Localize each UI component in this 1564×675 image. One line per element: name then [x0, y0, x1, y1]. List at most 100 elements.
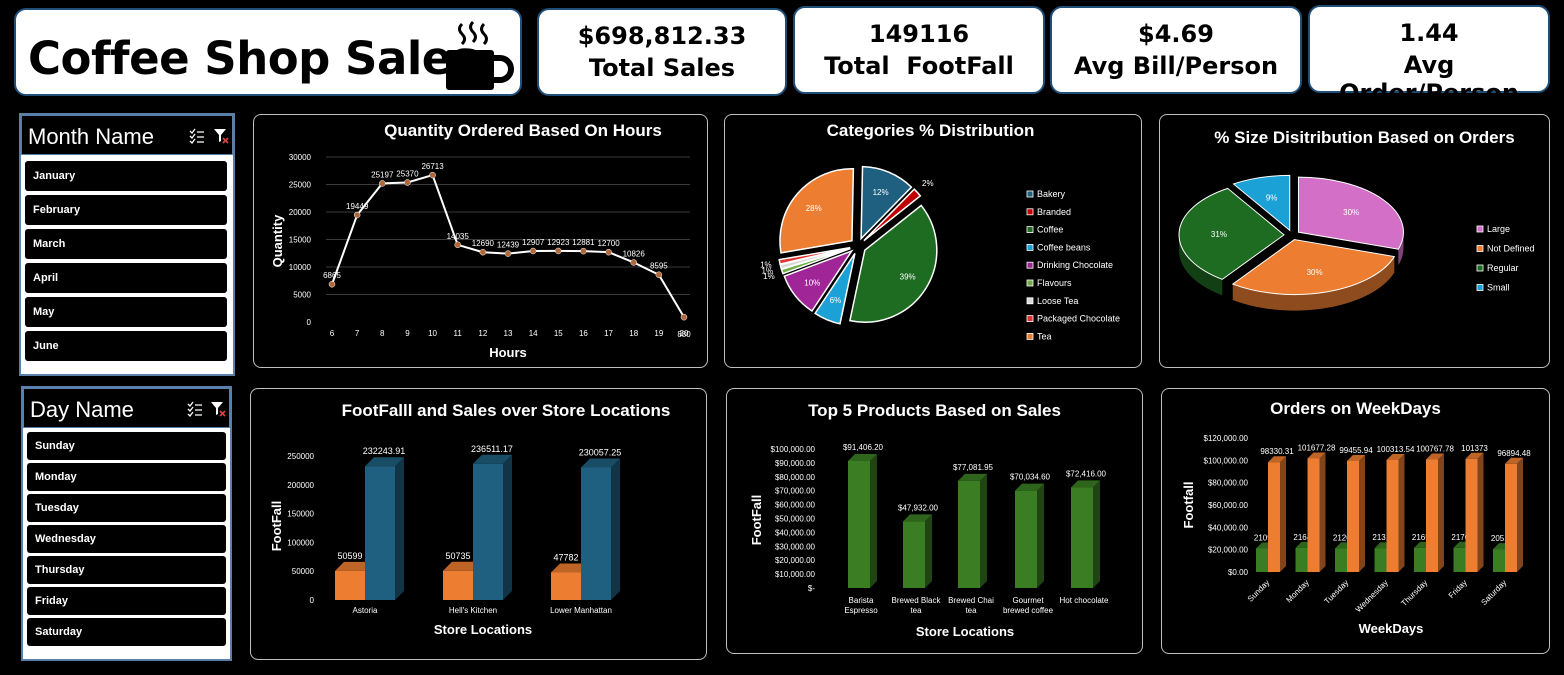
slicer-item-wednesday[interactable]: Wednesday [27, 525, 226, 553]
bar [581, 467, 611, 600]
y-tick-label: 5000 [293, 291, 311, 300]
data-point [680, 313, 688, 321]
data-label: 230057.25 [579, 447, 622, 457]
data-label: 26713 [421, 162, 444, 171]
bar-side [1517, 457, 1523, 572]
bar [1465, 458, 1478, 572]
bar [1505, 463, 1517, 572]
x-tick-label: Astoria [353, 606, 378, 615]
x-tick-label: tea [910, 606, 922, 615]
y-tick-label: 0 [307, 318, 312, 327]
slicer-item-april[interactable]: April [25, 263, 227, 293]
legend-swatch [1026, 261, 1034, 269]
slicer-item-february[interactable]: February [25, 195, 227, 225]
legend-label: Small [1487, 283, 1510, 293]
data-label: 47782 [553, 552, 578, 562]
x-axis-title: Store Locations [916, 624, 1014, 639]
y-tick-label: $0.00 [1228, 568, 1249, 577]
multi-select-icon[interactable] [189, 128, 205, 144]
page-title: Coffee Shop Sales [28, 32, 479, 85]
clear-filter-icon[interactable] [210, 401, 226, 417]
x-tick-label: Thursday [1399, 578, 1429, 608]
slice-label: 10% [804, 278, 820, 287]
bar-side [1093, 480, 1100, 588]
data-label: 12690 [472, 239, 495, 248]
bar [1268, 462, 1280, 572]
data-label: 101373 [1461, 444, 1488, 453]
data-point [605, 248, 612, 256]
bar-side [395, 457, 404, 600]
slicer-item-thursday[interactable]: Thursday [27, 556, 226, 584]
slicer-item-may[interactable]: May [25, 297, 227, 327]
slicer-header: Month Name [21, 115, 233, 155]
bar [473, 463, 503, 600]
x-tick-label: Tuesday [1323, 578, 1351, 606]
multi-select-icon[interactable] [187, 401, 203, 417]
slicer-item-sunday[interactable]: Sunday [27, 432, 226, 460]
y-tick-label: $100,000.00 [1204, 456, 1249, 465]
weekdays-chart-canvas: $0.00 $20,000.00 $40,000.00 $60,000.00 $80,0… [1181, 434, 1531, 636]
bar [1374, 548, 1387, 572]
y-tick-label: $60,000.00 [1208, 501, 1249, 510]
y-tick-label: $60,000.00 [775, 501, 816, 510]
data-point [379, 180, 386, 187]
y-tick-label: 250000 [287, 452, 314, 461]
data-label: 14035 [447, 232, 470, 241]
data-label: $91,406.20 [843, 443, 884, 452]
x-tick-label: Brewed Chai [948, 596, 994, 605]
stores-bar-chart: FootFalll and Sales over Store Locations… [250, 388, 707, 660]
x-axis-title: Store Locations [434, 622, 532, 637]
y-tick-label: 200000 [287, 481, 314, 490]
x-tick-label: 14 [529, 329, 538, 338]
slice-label: 30% [1307, 268, 1323, 277]
slicer-item-monday[interactable]: Monday [27, 463, 226, 491]
bar [903, 521, 925, 588]
slicer-title: Month Name [28, 124, 154, 149]
data-label: 100313.54 [1377, 445, 1415, 454]
legend-label: Drinking Chocolate [1037, 260, 1113, 270]
x-tick-label: Brewed Black [892, 596, 942, 605]
data-label: 12907 [522, 238, 545, 247]
data-label: 96894.48 [1497, 449, 1531, 458]
slice-label: 30% [1343, 208, 1359, 217]
x-axis-title: WeekDays [1359, 621, 1424, 636]
legend-label: Coffee beans [1037, 242, 1091, 252]
x-tick-label: 13 [504, 329, 513, 338]
data-label: $70,034.60 [1010, 473, 1051, 482]
y-tick-label: $70,000.00 [775, 487, 816, 496]
slicer-item-tuesday[interactable]: Tuesday [27, 494, 226, 522]
bar [1493, 549, 1505, 572]
legend-label: Loose Tea [1037, 296, 1078, 306]
x-tick-label: Barista [849, 596, 874, 605]
legend-swatch [1026, 332, 1034, 340]
y-tick-label: 100000 [287, 538, 314, 547]
kpi-total-footfall: 149116 Total FootFall [793, 6, 1045, 94]
data-label: 25370 [396, 169, 419, 178]
x-tick-label: 6 [330, 329, 335, 338]
data-label: 99455.94 [1339, 446, 1373, 455]
clear-filter-icon[interactable] [213, 128, 229, 144]
bar [1335, 548, 1347, 572]
x-tick-label: 11 [454, 329, 463, 338]
data-label: $72,416.00 [1066, 469, 1107, 478]
data-label: 12881 [572, 238, 595, 247]
y-tick-label: $30,000.00 [775, 542, 816, 551]
slicer-item-saturday[interactable]: Saturday [27, 618, 226, 646]
bar [335, 570, 365, 600]
slicer-item-friday[interactable]: Friday [27, 587, 226, 615]
x-tick-label: Lower Manhattan [550, 606, 612, 615]
slicer-item-june[interactable]: June [25, 331, 227, 361]
y-axis-title: FootFall [269, 501, 284, 552]
legend-label: Regular [1487, 263, 1519, 273]
bar [551, 572, 581, 600]
data-point [555, 247, 562, 255]
sizes-pie-chart: % Size Disitribution Based on Orders 30%… [1159, 114, 1550, 368]
kpi-avg-order: 1.44 Avg Order/Person [1308, 5, 1550, 107]
data-label: 12439 [497, 241, 520, 250]
slicer-item-january[interactable]: January [25, 161, 227, 191]
bar [1071, 487, 1093, 588]
bar [848, 460, 870, 588]
bar [1414, 547, 1426, 572]
kpi-value: $698,812.33 [577, 22, 747, 50]
slicer-item-march[interactable]: March [25, 229, 227, 259]
